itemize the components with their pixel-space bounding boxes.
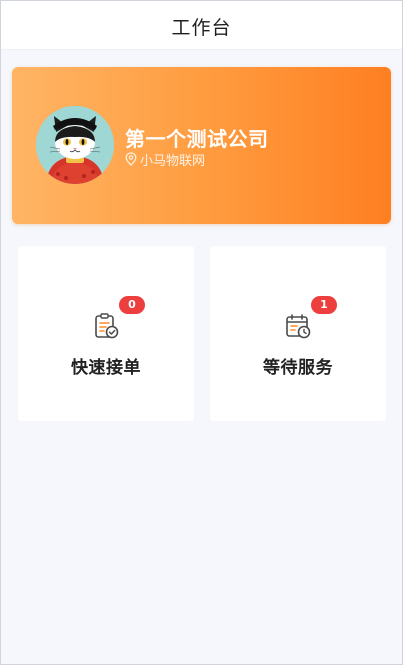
clipboard-check-icon <box>95 313 119 339</box>
awaiting-service-label: 等待服务 <box>263 358 333 378</box>
company-banner[interactable]: 第一个测试公司 小马物联网 <box>12 67 391 224</box>
quick-order-card[interactable]: 0 快速接单 <box>18 246 194 421</box>
top-navigation-bar: 工作台 <box>1 1 402 50</box>
cat-avatar-icon <box>36 106 114 184</box>
calendar-clock-icon <box>286 314 311 339</box>
company-location: 小马物联网 <box>125 151 206 169</box>
awaiting-service-badge: 1 <box>311 296 337 314</box>
company-avatar[interactable] <box>36 106 114 184</box>
quick-order-badge: 0 <box>119 296 145 314</box>
quick-order-label: 快速接单 <box>71 358 141 378</box>
app-frame: 工作台 第一个测试公司 小马物联网 0 快速接单 1 等待服务 <box>0 0 403 665</box>
page-title: 工作台 <box>171 17 232 39</box>
company-name: 第一个测试公司 <box>125 127 269 151</box>
awaiting-service-card[interactable]: 1 等待服务 <box>210 246 386 421</box>
location-label: 小马物联网 <box>140 153 206 169</box>
map-pin-icon <box>125 152 137 166</box>
